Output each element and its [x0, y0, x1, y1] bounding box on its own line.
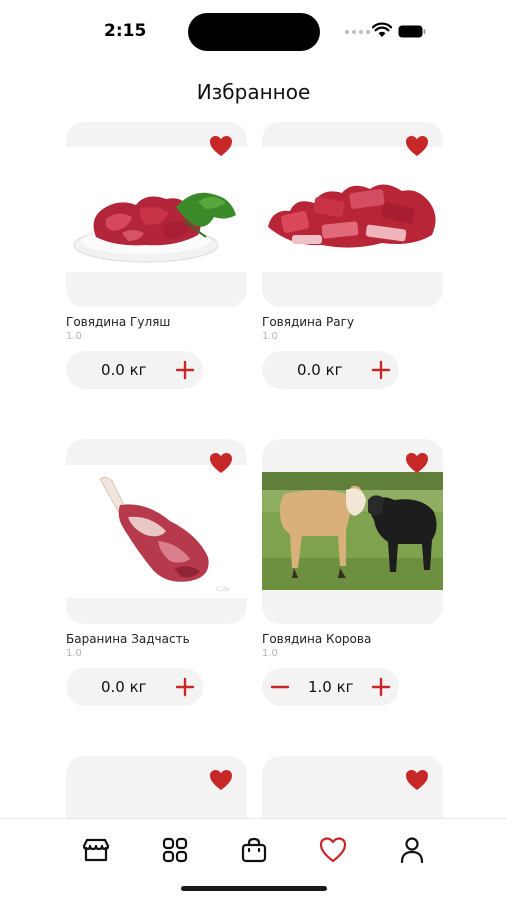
home-indicator [181, 886, 327, 891]
dynamic-island [188, 13, 320, 51]
product-card[interactable]: Говядина Рагу 1.0 0.0 кг [262, 122, 443, 389]
quantity-value: 0.0 кг [101, 678, 147, 696]
bag-icon[interactable] [239, 835, 269, 865]
favorite-heart-icon[interactable] [405, 769, 429, 791]
plus-icon[interactable] [370, 359, 392, 381]
product-subtitle: 1.0 [262, 331, 278, 342]
quantity-stepper: 0.0 кг [66, 668, 203, 706]
product-image-frame[interactable]: C.de [66, 439, 247, 624]
grid-icon[interactable] [160, 835, 190, 865]
plus-icon[interactable] [174, 676, 196, 698]
quantity-value: 1.0 кг [308, 678, 354, 696]
cows-photo [262, 472, 443, 590]
product-name: Говядина Рагу [262, 315, 355, 329]
product-card[interactable]: C.de Баранина Задчасть 1.0 0.0 кг [66, 439, 247, 706]
quantity-stepper: 0.0 кг [66, 351, 203, 389]
product-image-frame[interactable] [262, 439, 443, 624]
product-card[interactable]: Говядина Гуляш 1.0 0.0 кг [66, 122, 247, 389]
minus-icon[interactable] [269, 676, 291, 698]
product-name: Баранина Задчасть [66, 632, 190, 646]
signal-icon [345, 30, 370, 34]
meat-ribs-photo [262, 147, 443, 272]
profile-icon[interactable] [397, 835, 427, 865]
plus-icon[interactable] [370, 676, 392, 698]
favorite-heart-icon[interactable] [405, 135, 429, 157]
lamb-leg-photo: C.de [66, 465, 247, 598]
favorite-heart-icon[interactable] [405, 452, 429, 474]
quantity-value: 0.0 кг [101, 361, 147, 379]
wifi-icon [372, 22, 392, 37]
product-name: Говядина Гуляш [66, 315, 171, 329]
page-title: Избранное [196, 80, 311, 104]
quantity-value: 0.0 кг [297, 361, 343, 379]
plus-icon[interactable] [174, 359, 196, 381]
product-subtitle: 1.0 [66, 648, 82, 659]
favorite-heart-icon[interactable] [209, 769, 233, 791]
store-icon[interactable] [81, 835, 111, 865]
product-name: Говядина Корова [262, 632, 372, 646]
product-subtitle: 1.0 [66, 331, 82, 342]
status-time: 2:15 [104, 21, 147, 41]
quantity-stepper: 0.0 кг [262, 351, 399, 389]
meat-goulash-photo [66, 147, 247, 272]
product-image-frame[interactable] [262, 122, 443, 307]
svg-text:C.de: C.de [216, 586, 230, 593]
product-image-frame[interactable] [66, 122, 247, 307]
product-card[interactable]: Говядина Корова 1.0 1.0 кг [262, 439, 443, 706]
favorite-heart-icon[interactable] [209, 135, 233, 157]
favorite-heart-icon[interactable] [209, 452, 233, 474]
battery-icon [398, 25, 426, 38]
quantity-stepper: 1.0 кг [262, 668, 399, 706]
status-bar: 2:15 [0, 0, 507, 62]
product-subtitle: 1.0 [262, 648, 278, 659]
heart-icon[interactable] [318, 835, 348, 865]
